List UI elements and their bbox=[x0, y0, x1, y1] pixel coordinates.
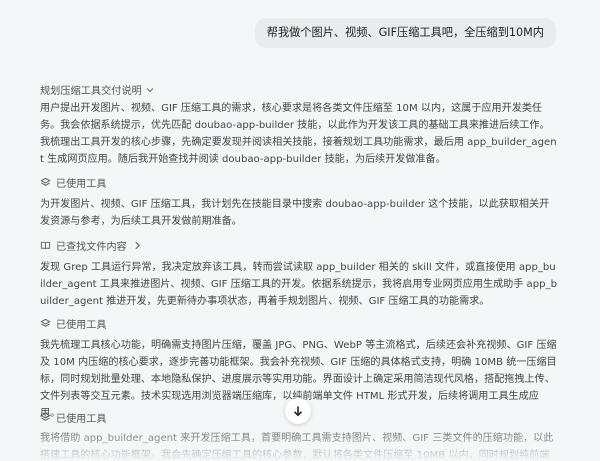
tool-used-row-3[interactable]: 已使用工具 bbox=[40, 410, 106, 425]
files-viewed-label: 已查找文件内容 bbox=[56, 242, 127, 253]
chevron-down-icon bbox=[146, 87, 154, 92]
tool-used-label: 已使用工具 bbox=[56, 414, 107, 425]
files-viewed-row[interactable]: 已查找文件内容 bbox=[40, 238, 143, 253]
reasoning-paragraph-2: 为开发图片、视频、GIF 压缩工具，我计划先在技能目录中搜索 doubao-ap… bbox=[40, 199, 550, 227]
delivery-plan-toggle[interactable]: 规划压缩工具交付说明 bbox=[40, 82, 155, 97]
layers-icon bbox=[40, 318, 51, 327]
tool-used-row-1[interactable]: 已使用工具 bbox=[40, 175, 106, 190]
reasoning-paragraph-5: 我将借助 app_builder_agent 来开发压缩工具，首要明确工具需支持… bbox=[40, 433, 554, 461]
book-icon bbox=[40, 241, 51, 250]
tool-used-label: 已使用工具 bbox=[56, 320, 107, 331]
scroll-to-bottom-button[interactable] bbox=[285, 398, 311, 424]
chevron-right-icon bbox=[135, 241, 140, 250]
layers-icon bbox=[40, 412, 51, 421]
reasoning-paragraph-1: 用户提出开发图片、视频、GIF 压缩工具的需求，核心要求是将各类文件压缩至 10… bbox=[40, 103, 557, 165]
layers-icon bbox=[40, 177, 51, 186]
tool-used-row-2[interactable]: 已使用工具 bbox=[40, 316, 106, 331]
tool-used-label: 已使用工具 bbox=[56, 179, 107, 190]
reasoning-paragraph-3: 发现 Grep 工具运行异常，我决定放弃该工具，转而尝试读取 app_build… bbox=[40, 262, 558, 307]
chat-page: 帮我做个图片、视频、GIF压缩工具吧，全压缩到10M内 规划压缩工具交付说明 用… bbox=[0, 0, 600, 461]
delivery-plan-title: 规划压缩工具交付说明 bbox=[40, 86, 142, 97]
arrow-down-icon bbox=[293, 406, 303, 417]
user-message-bubble: 帮我做个图片、视频、GIF压缩工具吧，全压缩到10M内 bbox=[254, 18, 556, 48]
